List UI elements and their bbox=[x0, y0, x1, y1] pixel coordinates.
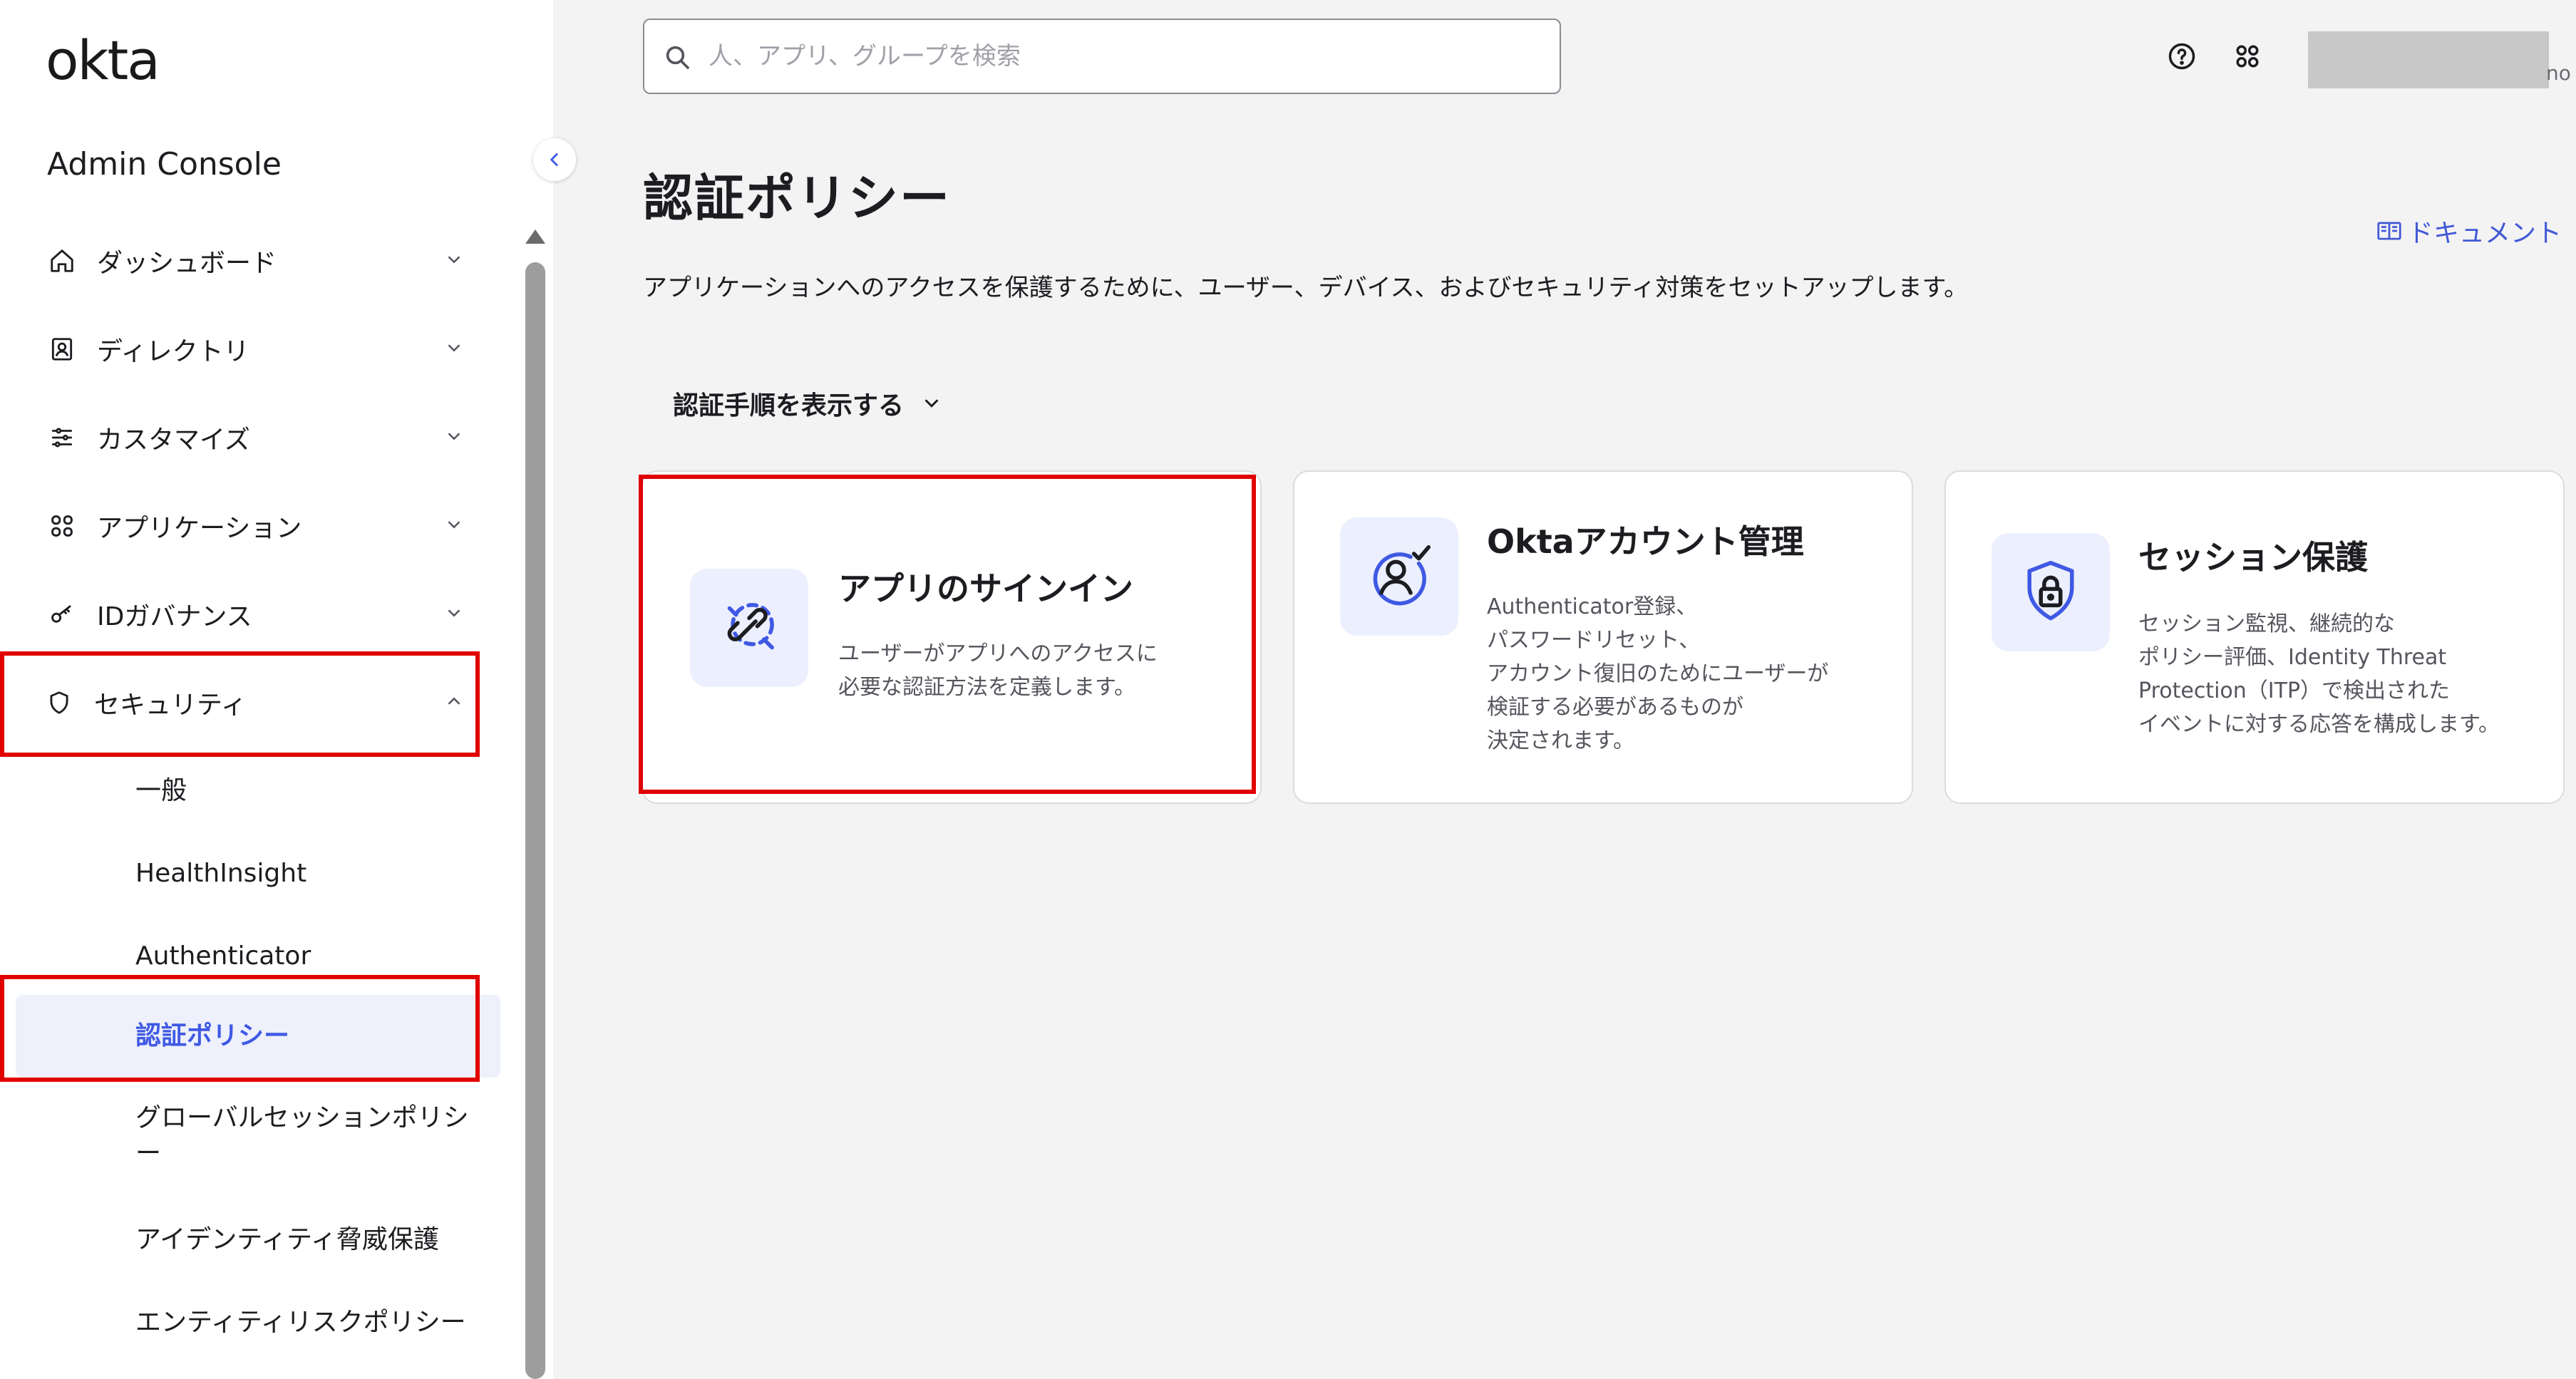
card-description: ユーザーがアプリへのアクセスに 必要な認証方法を定義します。 bbox=[838, 641, 1158, 700]
sidebar-subitem-label: グローバルセッションポリシ ー bbox=[135, 1103, 469, 1168]
sidebar-subitem-global-session-policy[interactable]: グローバルセッションポリシ ー bbox=[0, 1097, 499, 1177]
chevron-down-icon bbox=[925, 399, 939, 408]
sidebar-subitem-label: Authenticator bbox=[135, 941, 311, 971]
scroll-up-arrow[interactable] bbox=[525, 229, 545, 244]
search-bar[interactable] bbox=[643, 19, 1561, 94]
card-title: Oktaアカウント管理 bbox=[1487, 522, 1804, 561]
sidebar-subitem-label: アイデンティティ脅威保護 bbox=[135, 1225, 439, 1254]
console-title: Admin Console bbox=[47, 146, 282, 182]
app-signin-icon bbox=[690, 569, 808, 687]
chevron-left-icon bbox=[550, 153, 558, 166]
help-button[interactable] bbox=[2165, 40, 2198, 73]
sidebar-item-applications[interactable]: アプリケーション bbox=[0, 490, 485, 562]
sidebar-subitem-identity-threat-protection[interactable]: アイデンティティ脅威保護 bbox=[0, 1219, 499, 1261]
documentation-link-label: ドキュメント bbox=[2408, 219, 2562, 248]
customize-icon bbox=[47, 423, 77, 453]
sidebar-subitem-healthinsight[interactable]: HealthInsight bbox=[0, 852, 499, 895]
chevron-down-icon bbox=[443, 249, 468, 273]
sidebar-subitem-auth-policies[interactable]: 認証ポリシー bbox=[16, 995, 500, 1078]
chevron-down-icon bbox=[443, 337, 468, 361]
sidebar-subitem-authenticator[interactable]: Authenticator bbox=[0, 935, 499, 978]
search-input[interactable] bbox=[709, 34, 1528, 78]
sidebar-subitem-general[interactable]: 一般 bbox=[0, 770, 499, 812]
sidebar: okta Admin Console ダッシュボード ディレクトリ カスタマイズ bbox=[0, 0, 553, 1379]
directory-icon bbox=[47, 334, 77, 364]
sidebar-item-label: カスタマイズ bbox=[97, 425, 250, 455]
home-icon bbox=[47, 246, 77, 276]
question-circle-icon bbox=[2168, 43, 2195, 70]
chevron-down-icon bbox=[443, 425, 468, 450]
sidebar-subitem-label: 認証ポリシー bbox=[135, 1021, 290, 1050]
okta-logo[interactable]: okta bbox=[46, 29, 160, 92]
shield-icon bbox=[44, 688, 74, 718]
sidebar-item-label: アプリケーション bbox=[97, 514, 302, 543]
sidebar-item-id-governance[interactable]: IDガバナンス bbox=[0, 579, 485, 650]
show-auth-steps-toggle[interactable]: 認証手順を表示する bbox=[673, 385, 942, 422]
chevron-up-icon bbox=[443, 691, 468, 715]
card-description: Authenticator登録、 パスワードリセット、 アカウント復旧のためにユ… bbox=[1487, 594, 1829, 753]
page-description: アプリケーションへのアクセスを保護するために、ユーザー、デバイス、およびセキュリ… bbox=[643, 274, 1969, 302]
page-title: 認証ポリシー bbox=[643, 169, 951, 227]
sidebar-item-label: IDガバナンス bbox=[97, 602, 252, 631]
app-switcher-button[interactable] bbox=[2231, 40, 2264, 73]
sidebar-item-label: ダッシュボード bbox=[97, 249, 277, 278]
chevron-down-icon bbox=[443, 602, 468, 626]
book-icon bbox=[2377, 222, 2401, 240]
sidebar-scrollbar[interactable] bbox=[525, 262, 545, 1379]
sidebar-item-security[interactable]: セキュリティ bbox=[0, 667, 485, 738]
sidebar-item-label: ディレクトリ bbox=[97, 337, 249, 366]
card-app-signin[interactable]: アプリのサインイン ユーザーがアプリへのアクセスに 必要な認証方法を定義します。 bbox=[642, 470, 1262, 804]
card-description: セッション監視、継続的な ポリシー評価、Identity Threat Prot… bbox=[2138, 611, 2500, 737]
chevron-down-icon bbox=[443, 514, 468, 538]
card-okta-account-management[interactable]: Oktaアカウント管理 Authenticator登録、 パスワードリセット、 … bbox=[1293, 470, 1913, 804]
sidebar-subitem-label: 一般 bbox=[135, 776, 187, 805]
sidebar-item-label: セキュリティ bbox=[94, 691, 247, 720]
sidebar-collapse-button[interactable] bbox=[533, 138, 576, 181]
sidebar-item-customize[interactable]: カスタマイズ bbox=[0, 402, 485, 473]
card-title: アプリのサインイン bbox=[838, 569, 1133, 608]
show-auth-steps-label: 認証手順を表示する bbox=[673, 391, 905, 420]
sidebar-subitem-label: エンティティリスクポリシー bbox=[135, 1308, 466, 1337]
grid-icon bbox=[2236, 45, 2259, 68]
apps-icon bbox=[47, 511, 77, 541]
user-name-suffix: no bbox=[2546, 61, 2571, 85]
key-icon bbox=[47, 599, 77, 629]
user-menu[interactable] bbox=[2308, 31, 2549, 88]
card-title: セッション保護 bbox=[2138, 538, 2368, 577]
account-management-icon bbox=[1340, 517, 1458, 636]
documentation-link[interactable]: ドキュメント bbox=[2376, 212, 2562, 249]
card-session-protection[interactable]: セッション保護 セッション監視、継続的な ポリシー評価、Identity Thr… bbox=[1944, 470, 2565, 804]
sidebar-subitem-entity-risk-policy[interactable]: エンティティリスクポリシー bbox=[0, 1301, 499, 1344]
session-protection-icon bbox=[1992, 533, 2110, 651]
sidebar-item-dashboard[interactable]: ダッシュボード bbox=[0, 225, 485, 296]
sidebar-subitem-label: HealthInsight bbox=[135, 859, 307, 888]
sidebar-item-directory[interactable]: ディレクトリ bbox=[0, 314, 485, 385]
search-icon bbox=[666, 46, 689, 69]
